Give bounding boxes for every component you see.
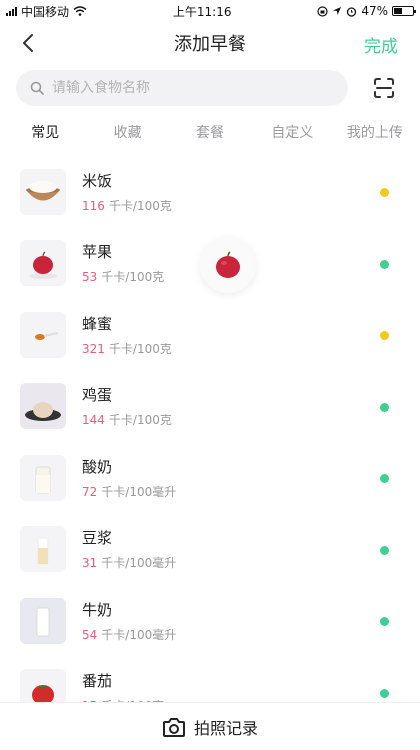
calorie-unit: 千卡/100克 <box>108 198 172 213</box>
battery-icon <box>392 6 416 16</box>
calorie-value: 72 <box>82 484 98 499</box>
page-title: 添加早餐 <box>174 34 246 55</box>
search-icon <box>30 81 44 95</box>
rice-bowl-icon <box>20 168 66 215</box>
food-name: 鸡蛋 <box>82 386 113 405</box>
apple-icon <box>216 251 240 278</box>
food-calories: 54 千卡/100毫升 <box>82 626 176 643</box>
calorie-unit: 千卡/100克 <box>108 341 172 356</box>
food-item[interactable]: 米饭 116 千卡/100克 <box>0 156 420 228</box>
battery-percent: 47% <box>361 4 388 18</box>
battery-fill <box>394 8 403 14</box>
health-indicator-dot <box>380 688 389 698</box>
food-name: 蜂蜜 <box>82 314 113 333</box>
food-item[interactable]: 牛奶 54 千卡/100毫升 <box>0 585 420 657</box>
calorie-unit: 千卡/100克 <box>101 270 165 285</box>
food-name: 豆浆 <box>82 529 113 548</box>
calorie-value: 53 <box>82 270 98 285</box>
apple-icon <box>20 240 66 287</box>
food-item[interactable]: 豆浆 31 千卡/100毫升 <box>0 514 420 586</box>
category-tabs: 常见 收藏 套餐 自定义 我的上传 <box>0 114 420 150</box>
food-info: 米饭 116 千卡/100克 <box>82 170 172 214</box>
alarm-icon <box>347 6 357 17</box>
food-item[interactable]: 酸奶 72 千卡/100毫升 <box>0 442 420 514</box>
food-info: 牛奶 54 千卡/100毫升 <box>82 599 176 643</box>
location-icon <box>333 7 342 15</box>
tab-0[interactable]: 常见 <box>4 122 86 142</box>
nav-bar: 添加早餐 完成 <box>0 22 420 64</box>
health-indicator-dot <box>380 474 389 483</box>
food-name: 牛奶 <box>82 600 113 619</box>
health-indicator-dot <box>380 402 389 412</box>
food-info: 酸奶 72 千卡/100毫升 <box>82 456 176 500</box>
calorie-unit: 千卡/100毫升 <box>101 627 177 642</box>
food-name: 酸奶 <box>82 457 113 476</box>
food-calories: 72 千卡/100毫升 <box>82 483 176 500</box>
calorie-value: 54 <box>82 627 98 642</box>
calorie-unit: 千卡/100克 <box>108 413 172 428</box>
health-indicator-dot <box>380 617 389 626</box>
food-item[interactable]: 蜂蜜 321 千卡/100克 <box>0 299 420 371</box>
food-name: 苹果 <box>82 243 113 262</box>
chevron-left-icon <box>23 34 33 52</box>
photo-record-label: 拍照记录 <box>193 718 258 738</box>
food-info: 蜂蜜 321 千卡/100克 <box>82 313 172 357</box>
calorie-value: 31 <box>82 556 98 571</box>
done-button[interactable]: 完成 <box>364 32 398 57</box>
food-item[interactable]: 鸡蛋 144 千卡/100克 <box>0 371 420 443</box>
food-calories: 53 千卡/100克 <box>82 268 164 285</box>
milk-icon <box>20 597 66 644</box>
tab-1[interactable]: 收藏 <box>86 122 168 142</box>
food-calories: 144 千卡/100克 <box>82 411 172 428</box>
honey-spoon-icon <box>20 311 66 358</box>
status-time: 上午11:16 <box>172 4 232 19</box>
food-name: 番茄 <box>82 672 113 691</box>
scan-icon <box>374 78 394 98</box>
health-indicator-dot <box>380 331 389 340</box>
wifi-icon <box>73 6 87 16</box>
search-box[interactable] <box>16 70 348 106</box>
health-indicator-dot <box>380 259 389 269</box>
calorie-value: 321 <box>82 341 105 356</box>
health-indicator-dot <box>380 188 389 197</box>
photo-record-button[interactable]: 拍照记录 <box>0 702 420 750</box>
calorie-unit: 千卡/100毫升 <box>101 484 177 499</box>
tab-2[interactable]: 套餐 <box>169 122 251 142</box>
yogurt-icon <box>20 454 66 501</box>
health-indicator-dot <box>380 545 389 555</box>
food-name: 米饭 <box>82 171 113 190</box>
signal-icon <box>6 6 17 16</box>
food-calories: 321 千卡/100克 <box>82 340 172 357</box>
egg-icon <box>20 383 66 430</box>
status-bar: 中国移动 上午11:16 47% <box>0 0 420 22</box>
apple-drag-preview <box>200 237 256 293</box>
search-input[interactable] <box>52 80 302 96</box>
calorie-value: 144 <box>82 413 105 428</box>
food-calories: 116 千卡/100克 <box>82 197 172 214</box>
calorie-value: 116 <box>82 198 105 213</box>
carrier-label: 中国移动 <box>21 4 70 19</box>
food-calories: 31 千卡/100毫升 <box>82 554 176 571</box>
tab-3[interactable]: 自定义 <box>251 122 333 142</box>
camera-icon <box>162 717 185 737</box>
lock-rotation-icon <box>317 5 328 17</box>
food-info: 苹果 53 千卡/100克 <box>82 241 164 285</box>
scan-button[interactable] <box>364 70 404 106</box>
soy-milk-icon <box>20 526 66 573</box>
food-info: 豆浆 31 千卡/100毫升 <box>82 527 176 571</box>
calorie-unit: 千卡/100毫升 <box>101 556 177 571</box>
search-row <box>0 68 420 108</box>
back-button[interactable] <box>14 29 42 57</box>
tab-4[interactable]: 我的上传 <box>334 122 416 142</box>
food-info: 鸡蛋 144 千卡/100克 <box>82 384 172 428</box>
